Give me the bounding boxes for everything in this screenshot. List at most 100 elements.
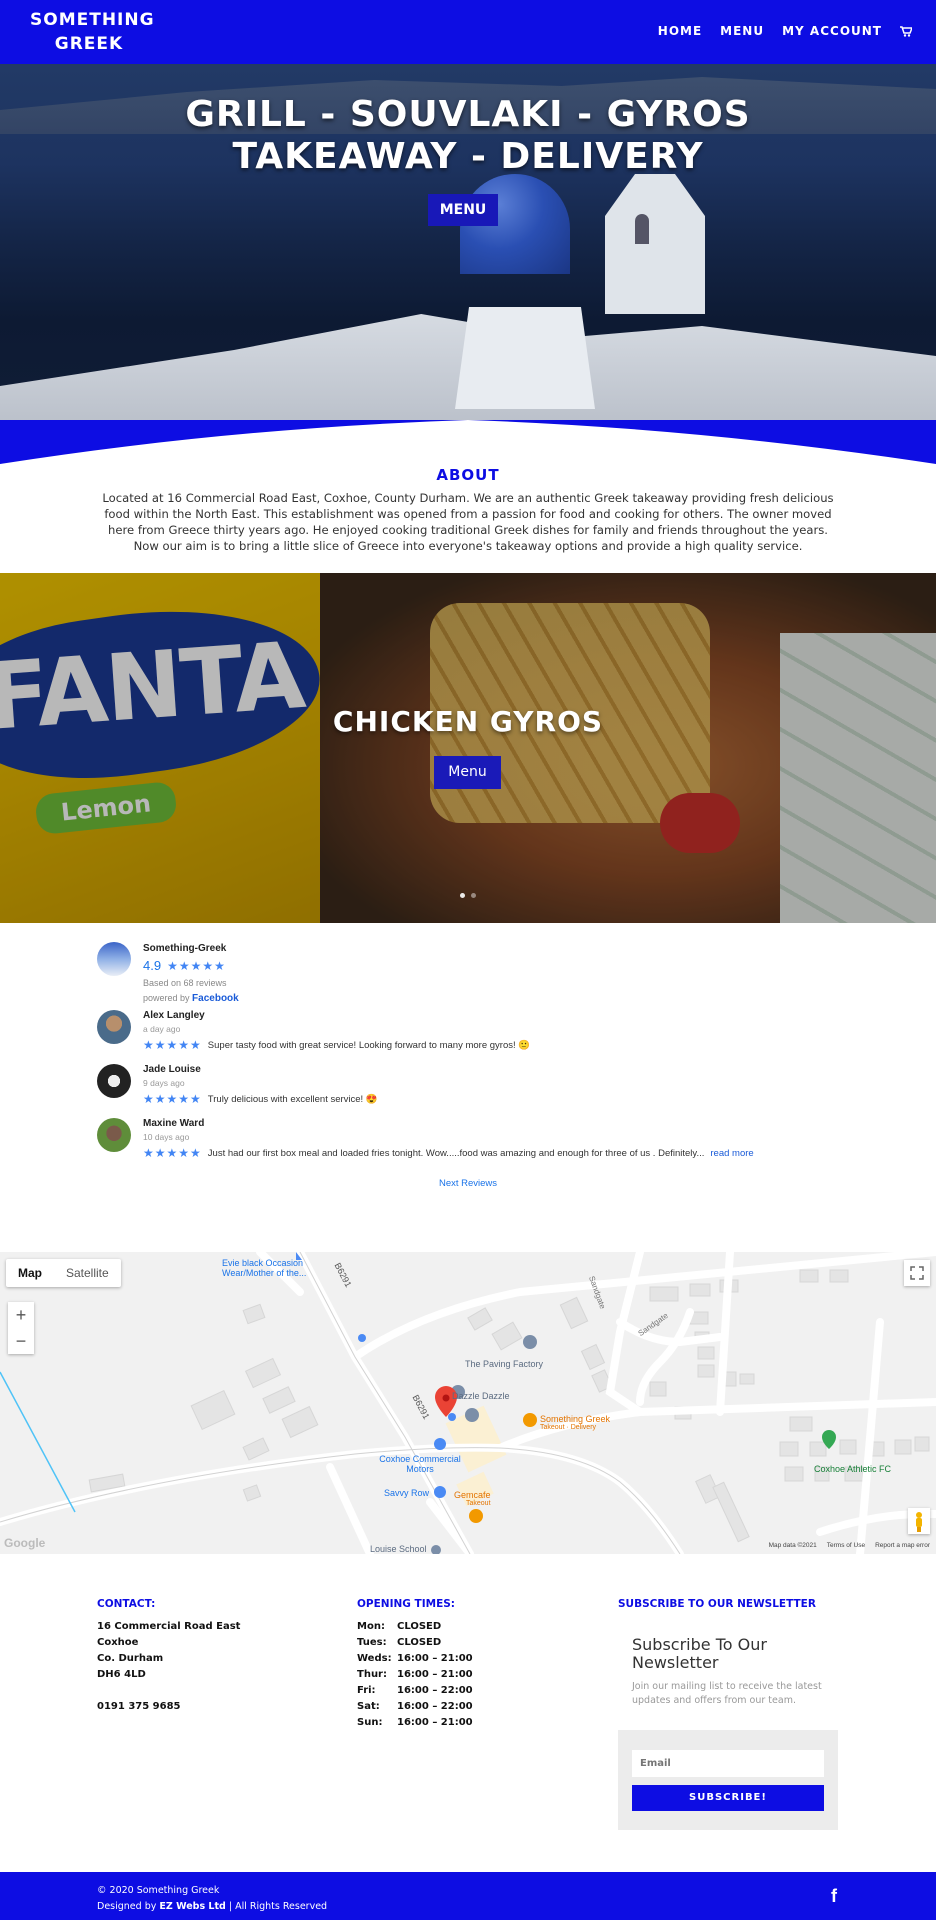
hero-title-line-1: GRILL - SOUVLAKI - GYROS [185,94,751,135]
hours-day: Sun: [357,1717,383,1728]
review-body: ★★★★★ Super tasty food with great servic… [143,1038,530,1052]
review-text: Just had our first box meal and loaded f… [207,1147,705,1159]
hero-bell-tower-image [605,174,705,314]
reviewer-name[interactable]: Maxine Ward [143,1118,204,1129]
email-field[interactable] [632,1750,824,1777]
logo-line-2: GREEK [54,34,124,54]
business-avatar [97,942,131,976]
copyright-text: © 2020 Something Greek [97,1885,220,1896]
reviewer-avatar [97,1118,131,1152]
street-view-pegman-icon[interactable] [908,1508,930,1534]
contact-spacer [97,1683,240,1699]
slide-menu-button[interactable]: Menu [434,756,501,789]
read-more-link[interactable]: read more [710,1148,753,1159]
logo-line-1: SOMETHING [30,10,155,30]
opening-times-list: Mon: CLOSED Tues: CLOSED Weds: 16:00 – 21:0… [357,1619,473,1731]
reviewer-avatar [97,1064,131,1098]
rights-text: | All Rights Reserved [228,1901,328,1912]
terms-of-use-link[interactable]: Terms of Use [827,1542,865,1549]
business-name[interactable]: Something-Greek [143,943,226,954]
hours-day: Weds: [357,1653,392,1664]
image-slider[interactable]: FANTA Lemon CHICKEN GYROS Menu [0,573,936,923]
review-stars-icon: ★★★★★ [143,1038,202,1052]
slider-pagination [460,893,476,898]
nav-menu[interactable]: MENU [720,24,764,38]
contact-heading: CONTACT: [97,1598,156,1610]
phone-number[interactable]: 0191 375 9685 [97,1699,240,1715]
reviewer-name[interactable]: Alex Langley [143,1010,205,1021]
rating-count: Based on 68 reviews [143,978,227,988]
hours-time: 16:00 – 21:00 [397,1653,473,1664]
main-nav: HOME MENU MY ACCOUNT [658,24,912,38]
powered-by: powered by Facebook [143,993,239,1004]
zoom-in-button[interactable]: + [8,1302,34,1328]
hero-menu-button[interactable]: MENU [428,194,498,226]
map-label-evie[interactable]: Evie black Occasion Wear/Mother of the..… [222,1258,317,1278]
slider-dot-1[interactable] [460,893,465,898]
reviewer-avatar [97,1010,131,1044]
map-embed[interactable]: Map Satellite + − Evie black Occasion We… [0,1252,936,1554]
hours-row: Fri: 16:00 – 22:00 [357,1683,473,1699]
section-divider [0,420,936,464]
cart-icon[interactable] [900,26,912,37]
review-stars-icon: ★★★★★ [143,1146,202,1160]
hours-day: Tues: [357,1637,387,1648]
facebook-link[interactable]: Facebook [192,993,239,1004]
hero-section: GRILL - SOUVLAKI - GYROS TAKEAWAY - DELI… [0,64,936,420]
map-label-gemcafe[interactable]: Gemcafe [454,1490,491,1500]
nav-home[interactable]: HOME [658,24,702,38]
footer-bar: © 2020 Something Greek Designed by EZ We… [0,1872,936,1920]
site-header: SOMETHING GREEK HOME MENU MY ACCOUNT [0,0,936,64]
hours-time: 16:00 – 22:00 [397,1685,473,1696]
review-time: 9 days ago [143,1078,185,1088]
google-logo[interactable]: Google [4,1536,45,1550]
review-item: Maxine Ward 10 days ago ★★★★★ Just had o… [97,1118,797,1172]
rating-stars-icon: ★★★★★ [167,958,226,973]
hours-day: Mon: [357,1621,385,1632]
satellite-view-button[interactable]: Satellite [54,1259,121,1287]
fullscreen-icon[interactable] [904,1260,930,1286]
review-item: Jade Louise 9 days ago ★★★★★ Truly delic… [97,1064,797,1118]
map-label-coxhoe-fc[interactable]: Coxhoe Athletic FC [814,1464,891,1474]
zoom-out-button[interactable]: − [8,1328,34,1354]
newsletter-description: Join our mailing list to receive the lat… [632,1681,822,1706]
review-body: ★★★★★ Just had our first box meal and lo… [143,1146,754,1160]
newsletter-title: Subscribe To Our Newsletter [632,1635,767,1672]
map-label-paving-factory[interactable]: The Paving Factory [465,1359,543,1369]
map-view-button[interactable]: Map [6,1259,54,1287]
subscribe-button[interactable]: SUBSCRIBE! [632,1785,824,1811]
nav-my-account[interactable]: MY ACCOUNT [782,24,882,38]
map-label-coxhoe-motors[interactable]: Coxhoe Commercial Motors [370,1454,470,1474]
opening-times-heading: OPENING TIMES: [357,1598,456,1610]
address-line: DH6 4LD [97,1669,146,1680]
reviews-widget: Something-Greek 4.9 ★★★★★ Based on 68 re… [97,940,797,1189]
reviewer-name[interactable]: Jade Louise [143,1064,201,1075]
hours-row: Mon: CLOSED [357,1619,473,1635]
map-streets [0,1252,936,1554]
review-time: a day ago [143,1024,181,1034]
map-label-dazzle[interactable]: Dazzle Dazzle [452,1391,510,1401]
hours-time: 16:00 – 21:00 [397,1717,473,1728]
map-label-louise-school[interactable]: Louise School [370,1544,427,1554]
hours-row: Sun: 16:00 – 21:00 [357,1715,473,1731]
review-stars-icon: ★★★★★ [143,1092,202,1106]
zoom-control: + − [8,1302,34,1354]
map-label-something-greek[interactable]: Something Greek [540,1414,610,1424]
slide-title: CHICKEN GYROS [332,705,604,738]
review-body: ★★★★★ Truly delicious with excellent ser… [143,1092,378,1106]
report-map-error-link[interactable]: Report a map error [875,1542,930,1549]
next-reviews-link[interactable]: Next Reviews [97,1178,839,1189]
map-label-savvy-row[interactable]: Savvy Row [384,1488,429,1498]
slider-dot-2[interactable] [471,893,476,898]
reviews-summary: Something-Greek 4.9 ★★★★★ Based on 68 re… [97,940,797,1010]
address-line: Co. Durham [97,1653,164,1664]
address-line: 16 Commercial Road East [97,1621,241,1632]
review-time: 10 days ago [143,1132,190,1142]
newsletter-heading: SUBSCRIBE TO OUR NEWSLETTER [618,1598,816,1610]
site-logo[interactable]: SOMETHING GREEK [30,8,155,56]
facebook-icon[interactable]: f [831,1886,837,1907]
powered-by-label: powered by [143,993,190,1003]
hours-time: CLOSED [397,1637,442,1648]
hours-day: Thur: [357,1669,387,1680]
designer-link[interactable]: EZ Webs Ltd [159,1901,225,1912]
